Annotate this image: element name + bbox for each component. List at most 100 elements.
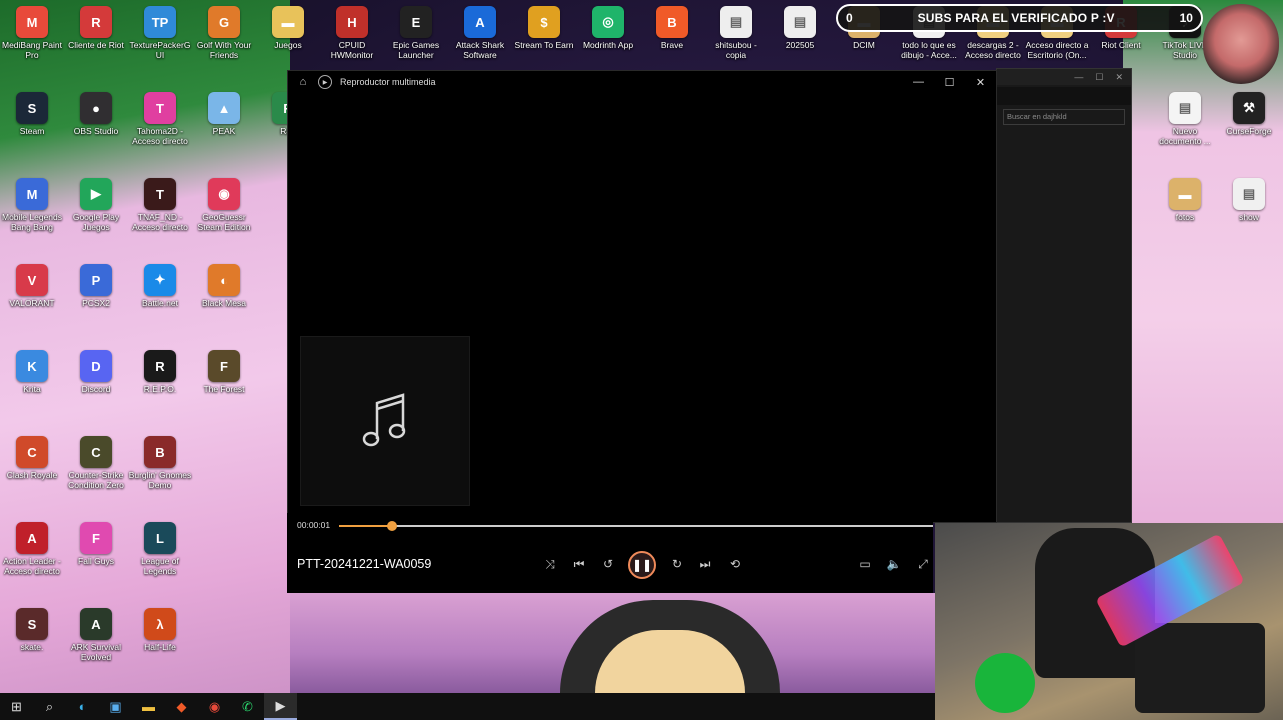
desktop-icon[interactable]: ⚒ CurseForge [1217,92,1281,136]
desktop-icon[interactable]: $ Stream To Earn [512,6,576,50]
desktop-icon[interactable]: R R.E.P.O. [128,350,192,394]
desktop-icon-label: Counter-Strike Condition Zero [68,470,124,490]
desktop-icon[interactable]: ▤ Nuevo documento ... [1153,92,1217,146]
desktop-icon[interactable]: Sskate. [0,608,64,652]
desktop-icon-image: ▤ [1233,178,1265,210]
seek-bar[interactable] [339,521,933,531]
desktop-icon[interactable]: ▲ PEAK [192,92,256,136]
desktop-icon[interactable]: A Action Leader - Acceso directo [0,522,64,576]
desktop-icon[interactable]: R Cliente de Riot [64,6,128,50]
desktop-icon[interactable]: T TNAF_ND - Acceso directo [128,178,192,232]
desktop-icon-label: Modrinth App [582,40,634,50]
volume-icon[interactable]: 🔈 [885,557,903,571]
desktop-icon-image: A [464,6,496,38]
desktop-icon[interactable]: F The Forest [192,350,256,394]
desktop-icon[interactable]: C Counter-Strike Condition Zero [64,436,128,490]
home-icon[interactable]: ⌂ [288,76,318,88]
desktop-icon[interactable]: B Burglin' Gnomes Demo [128,436,192,490]
seek-thumb[interactable] [387,521,398,531]
close-icon[interactable]: ✕ [1115,72,1123,83]
desktop-icon[interactable]: G Golf With Your Friends [192,6,256,60]
desktop-icon-image: H [336,6,368,38]
search-icon[interactable]: ⌕ [33,693,66,720]
media-player-app-icon: ▶ [318,75,332,89]
desktop-icon-image: ⚒ [1233,92,1265,124]
desktop-icon-image: L [144,522,176,554]
maximize-button[interactable]: ☐ [934,76,965,89]
desktop-icon-image: ▤ [1169,92,1201,124]
desktop-icon[interactable]: D Discord [64,350,128,394]
desktop-icon[interactable]: B Brave [640,6,704,50]
desktop-icon[interactable]: M Mobile Legends Bang Bang [0,178,64,232]
minimize-icon[interactable]: — [1074,72,1083,82]
folder-icon[interactable]: ▬ [132,693,165,720]
shuffle-icon[interactable]: ⤨ [541,557,559,572]
maximize-icon[interactable]: ☐ [1095,72,1103,83]
edge-icon[interactable]: ◐ [66,693,99,720]
forward-30-icon[interactable]: ↻ [668,557,686,571]
desktop-icon[interactable]: L League of Legends [128,522,192,576]
desktop-icon[interactable]: C Clash Royale [0,436,64,480]
desktop-icon-image: λ [144,608,176,640]
desktop-icon[interactable]: A ARK Survival Evolved [64,608,128,662]
start-icon[interactable]: ⊞ [0,693,33,720]
desktop-icon-image: F [208,350,240,382]
desktop-icon-image: ◎ [592,6,624,38]
desktop-icon-image: ◐ [208,264,240,296]
desktop-icon-image: M [16,6,48,38]
desktop-icon-label: Google Play Juegos [72,212,120,232]
desktop-icon[interactable]: ▶ Google Play Juegos [64,178,128,232]
desktop-icon-image: C [80,436,112,468]
desktop-icon-label: Juegos [274,40,302,50]
banner-text: SUBS PARA EL VERIFICADO P :V [917,11,1115,25]
desktop-icon[interactable]: ▬ Juegos [256,6,320,50]
desktop-icon-image: ▤ [720,6,752,38]
desktop-icon[interactable]: T Tahoma2D - Acceso directo [128,92,192,146]
desktop-icon-label: DCIM [853,40,875,50]
desktop-icon[interactable]: TP TexturePackerGUI [128,6,192,60]
desktop-icon[interactable]: ✦ Battle.net [128,264,192,308]
desktop-icon[interactable]: ◉ GeoGuessr Steam Edition [192,178,256,232]
whatsapp-icon[interactable]: ✆ [231,693,264,720]
rewind-10-icon[interactable]: ↺ [599,557,617,571]
desktop-icon[interactable]: P PCSX2 [64,264,128,308]
store-icon[interactable]: ▣ [99,693,132,720]
desktop-icon[interactable]: A Attack Shark Software [448,6,512,60]
desktop-icon[interactable]: S Steam [0,92,64,136]
desktop-icon[interactable]: K Krita [0,350,64,394]
brave-icon[interactable]: ◆ [165,693,198,720]
desktop-icon[interactable]: ◎ Modrinth App [576,6,640,50]
desktop-icon[interactable]: λ Half-Life [128,608,192,652]
desktop-icon-image: V [16,264,48,296]
desktop-icon-image: ● [80,92,112,124]
desktop-icon-image: D [80,350,112,382]
media-player-taskbar-icon[interactable]: ▶ [264,693,297,720]
fullscreen-icon[interactable]: ⤢ [914,557,932,572]
desktop-icon-image: M [16,178,48,210]
desktop-icon-label: The Forest [203,384,245,394]
desktop-icon[interactable]: ▤ 202505 [768,6,832,50]
previous-icon[interactable]: ⏮ [570,557,588,572]
desktop-icon[interactable]: ◐ Black Mesa [192,264,256,308]
desktop-icon-image: $ [528,6,560,38]
minimize-button[interactable]: — [903,76,934,88]
desktop-icon[interactable]: ▬ fotos [1153,178,1217,222]
explorer-search-input[interactable]: Buscar en dajhkld [1003,109,1125,125]
desktop-icon[interactable]: E Epic Games Launcher [384,6,448,60]
desktop-icon[interactable]: ▤ show [1217,178,1281,222]
desktop-icon[interactable]: V VALORANT [0,264,64,308]
desktop-icon-label: Acceso directo a Escritorio (On... [1025,40,1089,60]
next-icon[interactable]: ⏭ [696,557,714,572]
pause-button[interactable]: ❚❚ [628,551,656,579]
repeat-icon[interactable]: ⟲ [726,557,744,571]
desktop-icon[interactable]: H CPUID HWMonitor [320,6,384,60]
desktop-icon-label: Nuevo documento ... [1159,126,1211,146]
desktop-icon[interactable]: ● OBS Studio [64,92,128,136]
chrome-icon[interactable]: ◉ [198,693,231,720]
desktop-icon[interactable]: M MediBang Paint Pro [0,6,64,60]
desktop-icon[interactable]: F Fall Guys [64,522,128,566]
miniplayer-icon[interactable]: ▭ [856,557,874,571]
desktop-icon[interactable]: ▤ shitsubou - copia [704,6,768,60]
desktop-icon-image: P [80,264,112,296]
close-button[interactable]: ✕ [965,76,996,89]
